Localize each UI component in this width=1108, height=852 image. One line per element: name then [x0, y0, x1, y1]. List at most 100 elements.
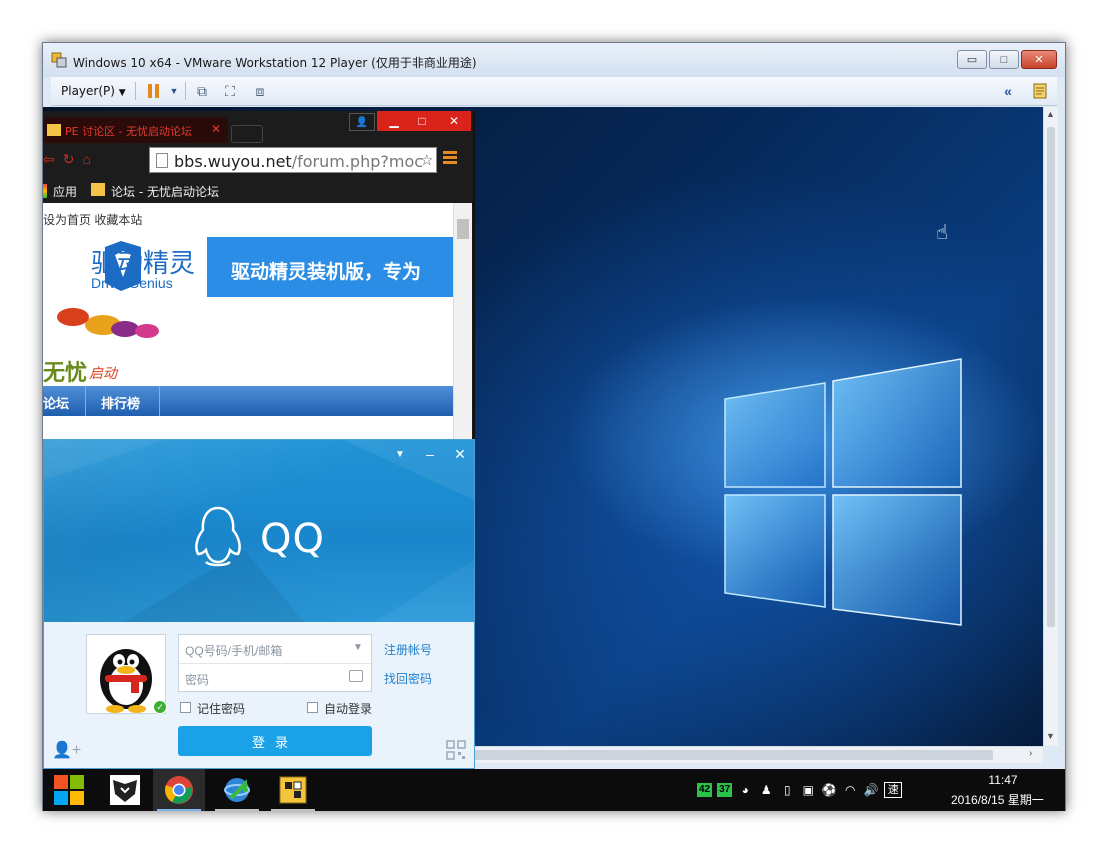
chrome-window[interactable]: PE 讨论区 - 无忧启动论坛 ✕ 👤 ▁ □ ✕ ⇦↻⌂ bbs.wuyou.…	[43, 111, 475, 441]
chrome-maximize-button[interactable]: □	[407, 111, 437, 131]
wuyou-subtitle: 启动	[89, 365, 117, 381]
volume-icon[interactable]: 🔊	[863, 783, 879, 797]
scroll-up-icon[interactable]: ▲	[1046, 109, 1055, 119]
wuyou-name: 无忧	[43, 360, 88, 385]
chrome-minimize-button[interactable]: ▁	[379, 111, 409, 131]
vmware-toolbar: Player(P) ▼ ▼ ⧉ ⛶ ⧈ «	[51, 77, 1057, 106]
clock-time[interactable]: 11:47	[983, 773, 1023, 787]
chrome-close-button[interactable]: ✕	[439, 111, 469, 131]
qq-penguin-avatar-icon	[100, 649, 152, 713]
maximize-button[interactable]: □	[989, 50, 1019, 69]
wifi-icon[interactable]: ◠	[842, 783, 858, 797]
nav-forum[interactable]: 论坛	[43, 393, 69, 412]
chrome-window-controls: ▁ □ ✕	[377, 111, 471, 131]
qq-login-window[interactable]: ▼ – ✕ QQ ✓ QQ号码/手机/邮箱 ▼ 密码 注册帐号 找回密码 记住密…	[43, 439, 475, 769]
display-icon[interactable]: ▣	[800, 783, 816, 797]
banner-text: 驱动精灵装机版，专为	[231, 261, 422, 283]
chrome-menu-icon[interactable]	[443, 151, 457, 167]
unity-icon: ⧈	[255, 82, 265, 99]
back-arrow-icon[interactable]: ⇦	[43, 151, 63, 167]
password-input[interactable]: 密码	[179, 664, 371, 692]
start-button[interactable]	[43, 769, 95, 811]
qq-header[interactable]: ▼ – ✕ QQ	[44, 440, 474, 622]
web-page[interactable]: 设为首页 收藏本站 驱动精灵 DriverGenius 驱动精灵装机版，专为 无…	[43, 203, 453, 441]
taskbar-app-vmware[interactable]	[267, 769, 319, 811]
minimize-icon: ▭	[966, 54, 978, 66]
security-ball-icon[interactable]: ⚽	[821, 783, 837, 797]
taskbar-app-chrome[interactable]	[153, 769, 205, 811]
qr-code-icon[interactable]	[446, 740, 466, 760]
close-button[interactable]: ✕	[1021, 50, 1057, 69]
horizontal-scroll-thumb[interactable]	[473, 750, 993, 760]
nav-divider	[159, 386, 160, 416]
address-bar[interactable]: bbs.wuyou.net/forum.php?moc ☆	[149, 147, 437, 173]
usb-drive-icon[interactable]: ▯	[779, 783, 795, 797]
tray-counter-2[interactable]: 37	[717, 783, 733, 797]
keyboard-icon[interactable]	[349, 670, 363, 682]
auto-login-checkbox[interactable]	[307, 702, 318, 713]
removable-devices-button[interactable]: ⧉	[193, 82, 211, 100]
scroll-down-icon[interactable]: ▼	[1046, 731, 1055, 741]
profile-icon[interactable]: 👤	[349, 113, 375, 131]
minimize-button[interactable]: ▭	[957, 50, 987, 69]
register-link[interactable]: 注册帐号	[384, 641, 432, 658]
page-scrollbar[interactable]	[453, 203, 472, 441]
pause-button[interactable]	[145, 82, 163, 100]
taskbar: 42 37 ◕ ♟ ▯ ▣ ⚽ ◠ 🔊 速 11:47 2016/8/15 星期…	[43, 769, 1065, 811]
vertical-scrollbar[interactable]: ▲ ▼	[1043, 107, 1058, 746]
vertical-scroll-thumb[interactable]	[1047, 127, 1055, 627]
toolbar-divider	[135, 82, 136, 100]
ime-indicator[interactable]: 速	[884, 782, 903, 798]
collapse-toolbar-button[interactable]: «	[999, 82, 1017, 100]
bookmarks-bar: 应用 论坛 - 无忧启动论坛	[43, 177, 473, 204]
reload-icon[interactable]: ↻	[63, 151, 83, 167]
pause-dropdown-button[interactable]: ▼	[165, 82, 183, 100]
login-button[interactable]: 登录	[178, 726, 372, 756]
qq-header-pattern	[44, 440, 474, 622]
browser-tab[interactable]: PE 讨论区 - 无忧启动论坛 ✕	[43, 117, 228, 143]
taskbar-app-idm[interactable]	[211, 769, 263, 811]
page-scroll-thumb[interactable]	[457, 219, 469, 239]
top-links[interactable]: 设为首页 收藏本站	[43, 211, 142, 228]
home-icon[interactable]: ⌂	[82, 151, 98, 167]
online-status-icon: ✓	[153, 700, 167, 714]
qq-settings-dropdown-icon[interactable]: ▼	[390, 449, 410, 460]
toolbar-divider	[185, 82, 186, 100]
scroll-right-icon[interactable]: ›	[1029, 748, 1032, 759]
tray-counter-1[interactable]: 42	[697, 783, 713, 797]
notes-icon	[1033, 83, 1047, 99]
close-icon: ✕	[1034, 54, 1044, 66]
recover-password-link[interactable]: 找回密码	[384, 670, 432, 687]
avatar[interactable]: ✓	[86, 634, 167, 714]
unity-button[interactable]: ⧈	[251, 82, 269, 100]
username-input[interactable]: QQ号码/手机/邮箱 ▼	[179, 635, 371, 664]
new-tab-button[interactable]	[231, 125, 263, 143]
network-devices-icon: ⧉	[197, 82, 207, 99]
taskbar-app-transformers[interactable]	[99, 769, 151, 811]
player-menu[interactable]: Player(P) ▼	[61, 84, 126, 98]
chevron-down-icon[interactable]: ▼	[353, 642, 363, 653]
nav-ranking[interactable]: 排行榜	[101, 393, 140, 412]
password-placeholder: 密码	[185, 673, 210, 687]
address-path: /forum.php?moc	[291, 152, 424, 171]
vmware-titlebar[interactable]: Windows 10 x64 - VMware Workstation 12 P…	[43, 43, 1065, 77]
qq-penguin-logo-icon	[195, 506, 241, 567]
remember-password-checkbox[interactable]	[180, 702, 191, 713]
qq-minimize-icon[interactable]: –	[420, 446, 440, 462]
bookmark-star-icon[interactable]: ☆	[420, 151, 433, 169]
network-globe-icon[interactable]: ◕	[737, 783, 753, 797]
fullscreen-button[interactable]: ⛶	[221, 82, 239, 100]
qq-tray-icon[interactable]: ♟	[758, 783, 774, 797]
drivergenius-banner[interactable]: 驱动精灵装机版，专为	[207, 237, 453, 297]
remember-password-label: 记住密码	[197, 702, 246, 716]
clock-date[interactable]: 2016/8/15 星期一	[951, 791, 1044, 808]
vmware-app-icon	[51, 52, 67, 68]
qq-close-icon[interactable]: ✕	[450, 446, 470, 463]
add-account-icon[interactable]: 👤+	[52, 740, 81, 760]
drivergenius-subtitle: DriverGenius	[91, 275, 173, 291]
bookmark-apps[interactable]: 应用	[53, 183, 77, 200]
bookmark-forum[interactable]: 论坛 - 无忧启动论坛	[111, 183, 219, 200]
forum-favicon-icon	[47, 124, 61, 136]
messages-button[interactable]	[1031, 82, 1049, 100]
tab-close-icon[interactable]: ✕	[211, 122, 221, 136]
